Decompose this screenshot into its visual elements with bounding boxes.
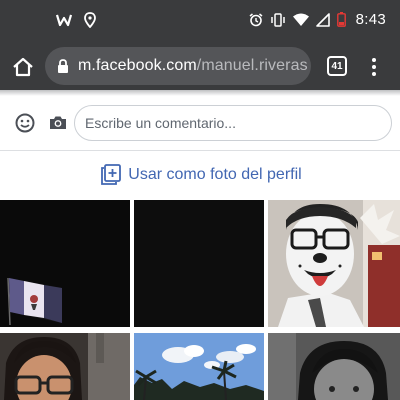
smiley-icon bbox=[15, 113, 35, 133]
status-left-icons bbox=[56, 12, 96, 28]
url-host: m.facebook.com bbox=[78, 57, 197, 74]
toolbar-shadow bbox=[0, 90, 400, 96]
home-button[interactable] bbox=[10, 54, 36, 80]
status-right-icons: 8:43 bbox=[249, 11, 386, 28]
use-as-profile-photo-label: Usar como foto del perfil bbox=[128, 166, 302, 183]
photo-image bbox=[268, 200, 400, 327]
lock-icon bbox=[57, 59, 69, 73]
photo-thumbnail-5[interactable] bbox=[134, 333, 264, 400]
photo-thumbnail-3[interactable] bbox=[268, 200, 400, 327]
photo-image bbox=[134, 200, 264, 327]
divider bbox=[0, 150, 400, 151]
overflow-menu-button[interactable] bbox=[368, 56, 380, 78]
w-app-icon bbox=[56, 13, 72, 27]
menu-dot-icon bbox=[372, 65, 376, 69]
camera-icon bbox=[50, 116, 66, 129]
battery-low-icon bbox=[336, 12, 346, 27]
url-path: /manuel.riveras bbox=[196, 57, 308, 74]
camera-button[interactable] bbox=[48, 113, 68, 133]
comment-input[interactable] bbox=[74, 105, 392, 141]
photo-thumbnail-2[interactable] bbox=[134, 200, 264, 327]
alarm-icon bbox=[249, 12, 263, 27]
tab-count: 41 bbox=[331, 60, 343, 72]
use-as-profile-photo-link[interactable]: Usar como foto del perfil bbox=[0, 160, 400, 190]
photo-thumbnail-4[interactable] bbox=[0, 333, 130, 400]
add-profile-photo-icon bbox=[101, 164, 122, 185]
comment-bar bbox=[0, 100, 400, 146]
photo-image bbox=[268, 333, 400, 400]
vibrate-icon bbox=[270, 12, 286, 27]
photo-image bbox=[134, 333, 264, 400]
signal-icon bbox=[315, 12, 330, 27]
photo-image bbox=[0, 200, 130, 327]
status-bar: 8:43 bbox=[0, 0, 400, 44]
location-pin-icon bbox=[84, 12, 96, 28]
address-bar[interactable]: m.facebook.com/manuel.riveras bbox=[45, 47, 311, 85]
photo-thumbnail-1[interactable] bbox=[0, 200, 130, 327]
wifi-icon bbox=[292, 13, 309, 26]
tab-switcher-button[interactable]: 41 bbox=[327, 56, 347, 76]
emoji-button[interactable] bbox=[14, 112, 36, 134]
menu-dot-icon bbox=[372, 58, 376, 62]
photo-thumbnail-6[interactable] bbox=[268, 333, 400, 400]
photo-image bbox=[0, 333, 130, 400]
home-icon bbox=[13, 57, 33, 77]
status-time: 8:43 bbox=[355, 11, 386, 28]
menu-dot-icon bbox=[372, 72, 376, 76]
url-text: m.facebook.com/manuel.riveras bbox=[78, 57, 308, 75]
browser-toolbar: m.facebook.com/manuel.riveras 41 bbox=[0, 44, 400, 90]
